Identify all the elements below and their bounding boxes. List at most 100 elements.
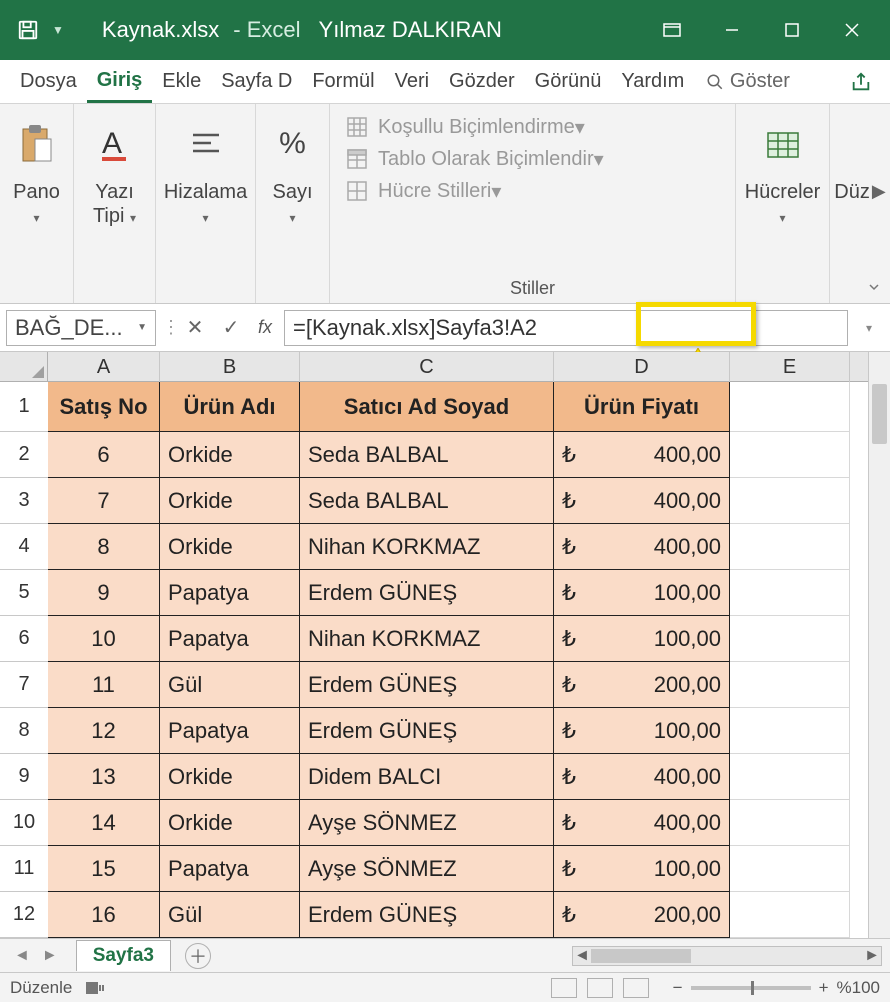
table-cell[interactable]: Papatya	[160, 708, 300, 754]
tab-gozden-gecir[interactable]: Gözder	[439, 60, 525, 103]
empty-cell[interactable]	[730, 478, 850, 524]
col-header[interactable]: B	[160, 352, 300, 382]
cell-styles-button[interactable]: Hücre Stilleri ▾	[344, 178, 721, 204]
table-cell[interactable]: 9	[48, 570, 160, 616]
empty-cell[interactable]	[730, 754, 850, 800]
tab-veri[interactable]: Veri	[385, 60, 439, 103]
row-header[interactable]: 3	[0, 478, 48, 524]
font-icon[interactable]: A	[98, 114, 132, 174]
table-cell[interactable]: Erdem GÜNEŞ	[300, 892, 554, 938]
table-cell[interactable]: ₺200,00	[554, 662, 730, 708]
row-header[interactable]: 2	[0, 432, 48, 478]
table-cell[interactable]: 10	[48, 616, 160, 662]
empty-cell[interactable]	[730, 800, 850, 846]
tab-ekle[interactable]: Ekle	[152, 60, 211, 103]
table-cell[interactable]: ₺200,00	[554, 892, 730, 938]
table-cell[interactable]: 13	[48, 754, 160, 800]
table-cell[interactable]: Gül	[160, 892, 300, 938]
sheet-nav-next-icon[interactable]: ►	[36, 947, 64, 965]
table-cell[interactable]: ₺100,00	[554, 570, 730, 616]
table-cell[interactable]: ₺100,00	[554, 846, 730, 892]
col-header[interactable]: E	[730, 352, 850, 382]
table-cell[interactable]: Erdem GÜNEŞ	[300, 570, 554, 616]
view-normal-icon[interactable]	[551, 978, 577, 998]
table-cell[interactable]: Ayşe SÖNMEZ	[300, 846, 554, 892]
row-header[interactable]: 4	[0, 524, 48, 570]
sheet-nav-prev-icon[interactable]: ◄	[8, 947, 36, 965]
empty-cell[interactable]	[730, 570, 850, 616]
expand-formula-bar-icon[interactable]: ▾	[854, 313, 884, 343]
empty-cell[interactable]	[730, 432, 850, 478]
col-header[interactable]: C	[300, 352, 554, 382]
row-header[interactable]: 11	[0, 846, 48, 892]
maximize-icon[interactable]	[762, 0, 822, 60]
empty-cell[interactable]	[730, 662, 850, 708]
minimize-icon[interactable]	[702, 0, 762, 60]
empty-cell[interactable]	[730, 846, 850, 892]
collapse-ribbon-icon[interactable]	[866, 279, 884, 297]
zoom-in-icon[interactable]: +	[819, 978, 829, 998]
table-cell[interactable]: ₺400,00	[554, 754, 730, 800]
view-page-layout-icon[interactable]	[587, 978, 613, 998]
ribbon-display-icon[interactable]	[642, 0, 702, 60]
paste-icon[interactable]	[19, 114, 55, 174]
table-cell[interactable]: ₺400,00	[554, 524, 730, 570]
empty-cell[interactable]	[730, 524, 850, 570]
table-cell[interactable]: 11	[48, 662, 160, 708]
table-cell[interactable]: Orkide	[160, 800, 300, 846]
table-cell[interactable]: Nihan KORKMAZ	[300, 616, 554, 662]
row-header[interactable]: 8	[0, 708, 48, 754]
tab-gorunum[interactable]: Görünü	[525, 60, 612, 103]
cancel-formula-icon[interactable]: ✕	[180, 313, 210, 343]
table-cell[interactable]: ₺400,00	[554, 478, 730, 524]
formula-input[interactable]: =[Kaynak.xlsx]Sayfa3!A2	[284, 310, 848, 346]
zoom-level[interactable]: %100	[837, 978, 880, 998]
tab-dosya[interactable]: Dosya	[10, 60, 87, 103]
empty-cell[interactable]	[730, 892, 850, 938]
save-icon[interactable]	[14, 16, 42, 44]
grid-body[interactable]: Satış NoÜrün AdıSatıcı Ad SoyadÜrün Fiya…	[48, 382, 868, 938]
zoom-control[interactable]: − + %100	[673, 978, 880, 998]
table-cell[interactable]: Erdem GÜNEŞ	[300, 662, 554, 708]
sheet-tab-active[interactable]: Sayfa3	[76, 940, 171, 971]
table-cell[interactable]: Ayşe SÖNMEZ	[300, 800, 554, 846]
table-header-cell[interactable]: Satış No	[48, 382, 160, 432]
macro-record-icon[interactable]	[86, 980, 106, 996]
zoom-out-icon[interactable]: −	[673, 978, 683, 998]
table-cell[interactable]: Gül	[160, 662, 300, 708]
qat-dropdown-icon[interactable]: ▼	[52, 23, 64, 37]
alignment-icon[interactable]	[189, 114, 223, 174]
empty-cell[interactable]	[730, 708, 850, 754]
table-cell[interactable]: Orkide	[160, 478, 300, 524]
select-all-corner[interactable]	[0, 352, 48, 382]
table-cell[interactable]: Papatya	[160, 570, 300, 616]
table-cell[interactable]: Seda BALBAL	[300, 432, 554, 478]
table-cell[interactable]: 15	[48, 846, 160, 892]
format-as-table-button[interactable]: Tablo Olarak Biçimlendir ▾	[344, 146, 721, 172]
table-cell[interactable]: 6	[48, 432, 160, 478]
row-header[interactable]: 7	[0, 662, 48, 708]
table-cell[interactable]: Papatya	[160, 616, 300, 662]
row-header[interactable]: 5	[0, 570, 48, 616]
view-page-break-icon[interactable]	[623, 978, 649, 998]
table-cell[interactable]: Erdem GÜNEŞ	[300, 708, 554, 754]
conditional-formatting-button[interactable]: Koşullu Biçimlendirme ▾	[344, 114, 721, 140]
row-header[interactable]: 12	[0, 892, 48, 938]
tab-sayfa-duzeni[interactable]: Sayfa D	[211, 60, 302, 103]
table-header-cell[interactable]: Ürün Adı	[160, 382, 300, 432]
table-cell[interactable]: ₺400,00	[554, 432, 730, 478]
table-cell[interactable]: Orkide	[160, 524, 300, 570]
empty-cell[interactable]	[730, 616, 850, 662]
table-cell[interactable]: Nihan KORKMAZ	[300, 524, 554, 570]
enter-formula-icon[interactable]: ✓	[216, 313, 246, 343]
tab-giris[interactable]: Giriş	[87, 60, 153, 103]
row-header[interactable]: 1	[0, 382, 48, 432]
table-cell[interactable]: ₺100,00	[554, 616, 730, 662]
close-icon[interactable]	[822, 0, 882, 60]
table-cell[interactable]: ₺400,00	[554, 800, 730, 846]
tab-yardim[interactable]: Yardım	[611, 60, 694, 103]
new-sheet-icon[interactable]: ＋	[185, 943, 211, 969]
vertical-scrollbar[interactable]	[868, 352, 890, 938]
tell-me-search[interactable]: Göster	[706, 70, 790, 93]
zoom-slider[interactable]	[691, 986, 811, 990]
